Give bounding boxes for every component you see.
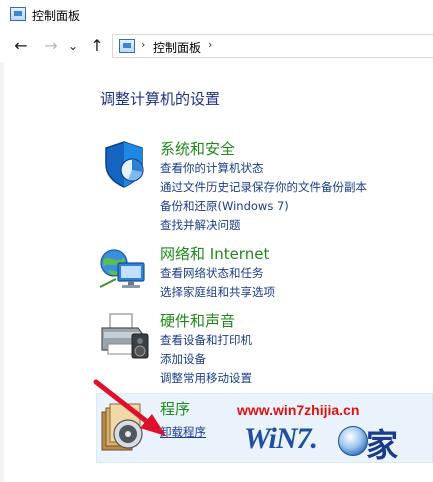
- link-devices-printers[interactable]: 查看设备和打印机: [160, 332, 252, 348]
- watermark-logo-char: 家: [366, 426, 399, 464]
- printer-icon[interactable]: [98, 310, 150, 362]
- programs-disc-icon[interactable]: [98, 402, 150, 454]
- link-backup-restore[interactable]: 备份和还原(Windows 7): [160, 198, 289, 214]
- category-title-programs[interactable]: 程序: [160, 398, 190, 419]
- recent-locations-dropdown[interactable]: ⌄: [64, 36, 82, 56]
- navigation-bar: ← → ⌄ ↑ › 控制面板 ›: [0, 30, 433, 62]
- category-hardware-sound: 硬件和声音 查看设备和打印机 添加设备 调整常用移动设置: [98, 310, 418, 390]
- address-bar[interactable]: › 控制面板 ›: [112, 34, 433, 58]
- link-file-history[interactable]: 通过文件历史记录保存你的文件备份副本: [160, 179, 367, 195]
- category-title-hardware-sound[interactable]: 硬件和声音: [160, 310, 235, 331]
- link-troubleshoot[interactable]: 查找并解决问题: [160, 217, 241, 233]
- category-title-network-internet[interactable]: 网络和 Internet: [160, 243, 269, 264]
- page-heading: 调整计算机的设置: [100, 90, 221, 108]
- back-button[interactable]: ←: [12, 36, 30, 56]
- window-title: 控制面板: [32, 9, 81, 23]
- breadcrumb-separator[interactable]: ›: [208, 38, 212, 51]
- link-view-computer-status[interactable]: 查看你的计算机状态: [160, 160, 264, 176]
- link-add-device[interactable]: 添加设备: [160, 351, 206, 367]
- category-network-internet: 网络和 Internet 查看网络状态和任务 选择家庭组和共享选项: [98, 243, 418, 303]
- link-homegroup-sharing[interactable]: 选择家庭组和共享选项: [160, 284, 275, 300]
- network-globe-icon[interactable]: [98, 243, 150, 295]
- shield-icon[interactable]: [98, 138, 150, 190]
- control-panel-icon: [119, 39, 135, 53]
- watermark-logo-text: WiN7.: [244, 422, 318, 455]
- link-mobility-settings[interactable]: 调整常用移动设置: [160, 370, 252, 386]
- control-panel-icon: [10, 7, 26, 21]
- watermark-url: www.win7zhijia.cn: [237, 402, 360, 418]
- link-uninstall-program[interactable]: 卸载程序: [160, 424, 206, 440]
- watermark-logo: WiN7. 家: [238, 418, 410, 466]
- left-pane-edge: [0, 62, 4, 482]
- title-bar: 控制面板: [0, 0, 433, 30]
- category-system-security: 系统和安全 查看你的计算机状态 通过文件历史记录保存你的文件备份副本 备份和还原…: [98, 138, 418, 238]
- link-network-status[interactable]: 查看网络状态和任务: [160, 265, 264, 281]
- windows-orb-icon: [338, 426, 368, 456]
- category-title-system-security[interactable]: 系统和安全: [160, 138, 235, 159]
- forward-button[interactable]: →: [42, 36, 60, 56]
- breadcrumb-separator[interactable]: ›: [141, 38, 145, 51]
- up-button[interactable]: ↑: [88, 36, 106, 56]
- breadcrumb-control-panel[interactable]: 控制面板: [153, 39, 201, 56]
